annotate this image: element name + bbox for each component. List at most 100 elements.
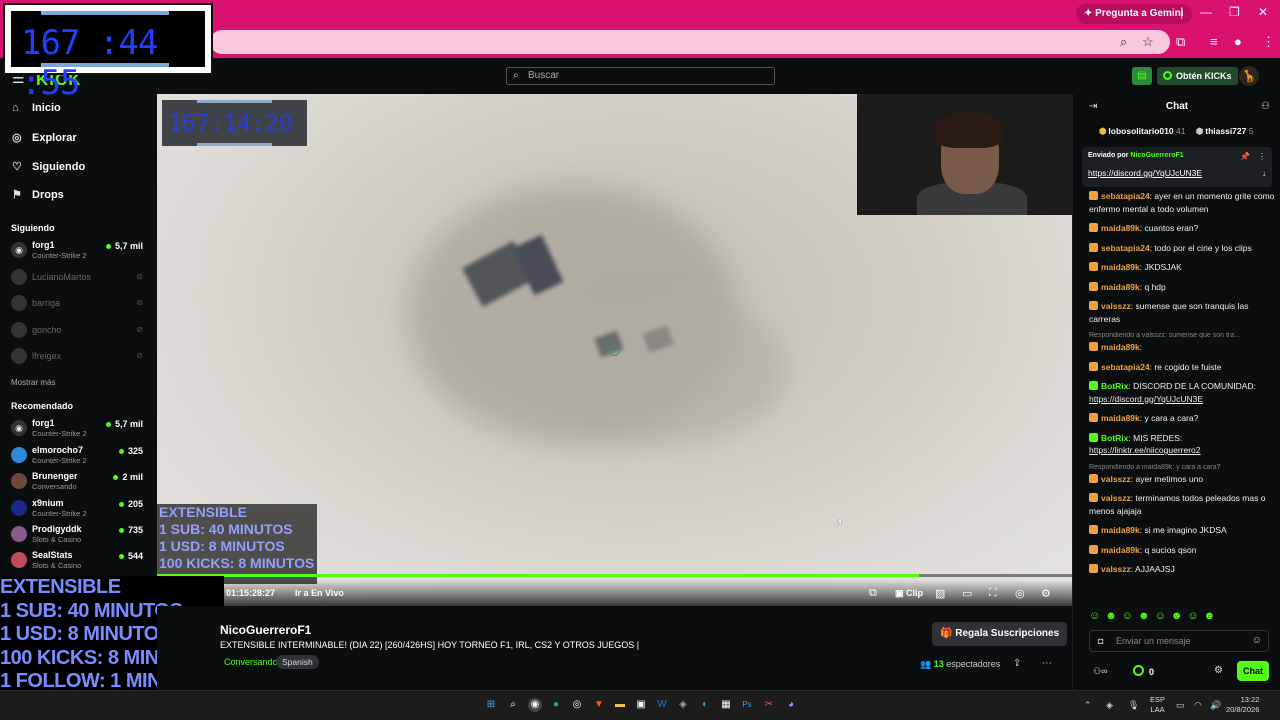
discord-icon[interactable]: ◕ xyxy=(784,698,798,712)
chat-username[interactable]: BotRix xyxy=(1101,381,1128,391)
following-channel[interactable]: goncho ⊘ xyxy=(11,320,145,342)
chevron-up-icon[interactable]: ⌃ xyxy=(1084,700,1092,711)
brave-icon[interactable]: ▼ xyxy=(592,698,606,712)
zoom-icon[interactable]: ⌕ xyxy=(1120,34,1127,50)
chat-username[interactable]: sebatapia24 xyxy=(1101,191,1150,201)
language-tag[interactable]: Spanish xyxy=(276,655,319,669)
emoji-icon[interactable]: ☺ xyxy=(1252,631,1262,651)
app-tray-icon[interactable]: ◈ xyxy=(1106,700,1113,711)
share-icon[interactable]: ⇪ xyxy=(1013,658,1021,669)
theater-mode-icon[interactable]: ▭ xyxy=(962,587,972,600)
word-icon[interactable]: W xyxy=(655,698,669,712)
chat-username[interactable]: valsszz xyxy=(1101,564,1131,574)
clip-button[interactable]: ▣ Clip xyxy=(895,588,923,599)
close-button[interactable]: ✕ xyxy=(1258,5,1268,19)
chat-message[interactable]: maida89k: q hdp xyxy=(1089,281,1275,294)
gift-subs-button[interactable]: 🎁 Regala Suscripciones xyxy=(932,622,1068,646)
chat-message[interactable]: maida89k: JKDSJAK xyxy=(1089,261,1275,274)
edge-icon[interactable]: ◐ xyxy=(698,698,712,712)
chat-message[interactable]: valsszz: sumense que son tranquis las ca… xyxy=(1089,300,1275,325)
users-icon[interactable]: ⚇ xyxy=(1261,101,1270,112)
windows-start-icon[interactable]: ⊞ xyxy=(484,698,498,712)
network-icon[interactable]: ▭ xyxy=(1176,700,1185,711)
chat-message[interactable]: BotRix: DISCORD DE LA COMUNIDAD: https://… xyxy=(1089,380,1275,405)
menu-dots-icon[interactable]: ⋮ xyxy=(1258,152,1266,161)
chat-username[interactable]: maida89k xyxy=(1101,282,1140,292)
capcut-icon[interactable]: ✂ xyxy=(762,698,776,712)
chat-link[interactable]: https://linktr.ee/niicoguerrero2 xyxy=(1089,445,1201,455)
app-icon[interactable]: ▣ xyxy=(634,698,648,712)
channel-name[interactable]: NicoGuerreroF1 xyxy=(220,623,311,637)
app-icon[interactable]: ◈ xyxy=(676,698,690,712)
spotify-icon[interactable]: ● xyxy=(549,698,563,712)
chat-message[interactable]: maida89k: xyxy=(1089,341,1275,354)
chat-username[interactable]: maida89k xyxy=(1101,525,1140,535)
recommended-channel[interactable]: ◉ forg1 Counter-Strike 2 5,7 mil xyxy=(11,418,145,440)
chat-message[interactable]: valsszz: terminamos todos peleados mas o… xyxy=(1089,492,1275,517)
fullscreen-icon[interactable]: ⛶ xyxy=(989,587,997,600)
nav-siguiendo[interactable]: ♡ Siguiendo xyxy=(12,160,85,173)
language-indicator[interactable]: ESP LAA xyxy=(1150,695,1165,715)
steam-icon[interactable]: ◎ xyxy=(570,698,584,712)
pin-icon[interactable]: 📌 xyxy=(1240,152,1250,161)
chat-username[interactable]: valsszz xyxy=(1101,493,1131,503)
menu-dots-icon[interactable]: ⋮ xyxy=(1262,34,1275,50)
chat-settings-icon[interactable]: ⚙ xyxy=(1214,665,1223,676)
following-channel[interactable]: lfreigex ⊘ xyxy=(11,346,145,368)
stream-category[interactable]: Conversando xyxy=(224,657,278,667)
chat-username[interactable]: maida89k xyxy=(1101,262,1140,272)
wifi-icon[interactable]: ◠ xyxy=(1194,700,1202,711)
chat-message[interactable]: maida89k: y cara a cara? xyxy=(1089,412,1275,425)
bookmark-star-icon[interactable]: ☆ xyxy=(1142,34,1154,50)
go-live-button[interactable]: Ir a En Vivo xyxy=(295,588,344,598)
chat-username[interactable]: valsszz xyxy=(1101,474,1131,484)
maximize-button[interactable]: ❐ xyxy=(1229,5,1240,19)
recommended-channel[interactable]: Prodigyddk Slots & Casino 735 xyxy=(11,524,145,546)
recommended-channel[interactable]: SealStats Slots & Casino 544 xyxy=(11,550,145,572)
minimize-button[interactable]: — xyxy=(1200,5,1212,19)
progress-remaining[interactable] xyxy=(919,574,1072,577)
profile-icon[interactable]: ● xyxy=(1234,34,1242,49)
quality-icon[interactable]: ◎ xyxy=(1015,587,1025,600)
chat-link[interactable]: https://discord.gg/YqUJcUN3E xyxy=(1089,394,1203,404)
nav-explorar[interactable]: ◎ Explorar xyxy=(12,131,77,144)
video-player[interactable]: 167:14:20 EXTENSIBLE 1 SUB: 40 MINUTOS 1… xyxy=(157,94,1072,606)
user-avatar[interactable]: 🦒 xyxy=(1239,66,1259,86)
following-channel[interactable]: barriga ⊘ xyxy=(11,293,145,315)
chat-username[interactable]: maida89k xyxy=(1101,342,1140,352)
progress-bar[interactable] xyxy=(157,574,919,577)
send-chat-button[interactable]: Chat xyxy=(1237,661,1269,681)
chat-username[interactable]: sebatapia24 xyxy=(1101,362,1150,372)
gemini-button[interactable]: ✦ Pregunta a Gemini xyxy=(1076,4,1192,24)
pinned-link[interactable]: https://discord.gg/YqUJcUN3E xyxy=(1088,168,1202,178)
more-options-icon[interactable]: ⋯ xyxy=(1042,658,1052,669)
nav-inicio[interactable]: ⌂ Inicio xyxy=(12,102,61,114)
app-icon[interactable]: ▦ xyxy=(719,698,733,712)
system-clock[interactable]: 13:22 20/8/2026 xyxy=(1226,695,1259,715)
playlist-icon[interactable]: ≡ xyxy=(1210,34,1218,49)
chat-message[interactable]: sebatapia24: todo por el cine y los clip… xyxy=(1089,242,1275,255)
chat-username[interactable]: sebatapia24 xyxy=(1101,243,1150,253)
infinity-icon[interactable]: ⚇∞ xyxy=(1093,666,1107,677)
chat-message[interactable]: BotRix: MIS REDES: https://linktr.ee/niic… xyxy=(1089,432,1275,457)
chrome-icon[interactable]: ◉ xyxy=(528,698,542,712)
chat-message[interactable]: valsszz: AJJAAJSJ xyxy=(1089,563,1275,576)
chevron-down-icon[interactable]: ↓ xyxy=(1262,169,1266,178)
folder-icon[interactable]: ▬ xyxy=(613,698,627,712)
recommended-channel[interactable]: x9nium Counter-Strike 2 205 xyxy=(11,498,145,520)
recommended-channel[interactable]: elmorocho7 Counter-Strike 2 325 xyxy=(11,445,145,467)
chat-message[interactable]: sebatapia24: re cogido te fuiste xyxy=(1089,361,1275,374)
emote-bar[interactable]: ☺☻☺☻☺☻☺☻ xyxy=(1089,610,1275,622)
microphone-icon[interactable]: 🎙 xyxy=(1128,700,1139,711)
photoshop-icon[interactable]: Ps xyxy=(740,698,754,712)
recommended-channel[interactable]: Brunenger Conversando 2 mil xyxy=(11,471,145,493)
address-bar[interactable] xyxy=(210,30,1170,54)
chat-username[interactable]: maida89k xyxy=(1101,545,1140,555)
following-channel[interactable]: ◉ forg1 Counter-Strike 2 5,7 mil xyxy=(11,240,145,262)
chat-username[interactable]: maida89k xyxy=(1101,413,1140,423)
chat-username[interactable]: maida89k xyxy=(1101,223,1140,233)
get-kicks-button[interactable]: Obtén KICKs xyxy=(1157,67,1238,85)
chat-message[interactable]: maida89k: cuantos eran? xyxy=(1089,222,1275,235)
extensions-icon[interactable]: ⧉ xyxy=(1176,34,1185,50)
nav-drops[interactable]: ⚑ Drops xyxy=(12,188,64,201)
